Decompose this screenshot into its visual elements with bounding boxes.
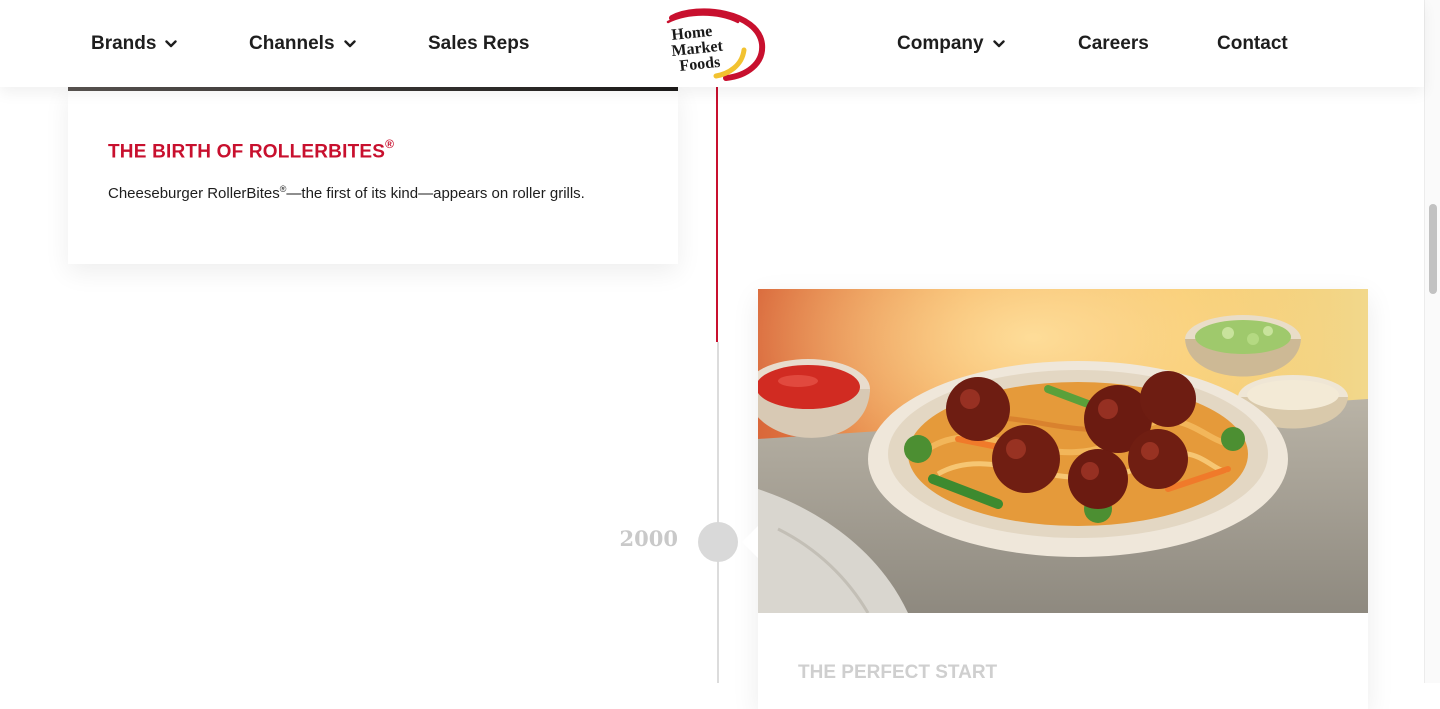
card-title: THE PERFECT START	[798, 662, 998, 683]
chevron-down-icon	[165, 39, 178, 48]
card-pointer	[742, 526, 758, 558]
scrollbar-thumb[interactable]	[1429, 204, 1437, 294]
timeline-marker-dot[interactable]	[698, 522, 738, 562]
card-title: THE BIRTH OF ROLLERBITES®	[108, 137, 395, 163]
nav-company[interactable]: Company	[897, 0, 1005, 87]
nav-contact[interactable]: Contact	[1217, 0, 1288, 87]
card-description: Cheeseburger RollerBites®—the first of i…	[108, 184, 585, 202]
timeline-line	[717, 342, 719, 683]
nav-brands-label: Brands	[91, 32, 157, 54]
nav-careers-label: Careers	[1078, 32, 1149, 54]
timeline-card-perfect-start: THE PERFECT START	[758, 289, 1368, 709]
timeline-progress-line	[716, 87, 718, 342]
site-header: Brands Channels Sales Reps Home Market F…	[0, 0, 1424, 87]
timeline-card-rollerbites: THE BIRTH OF ROLLERBITES® Cheeseburger R…	[68, 87, 678, 264]
nav-channels-label: Channels	[249, 32, 335, 54]
nav-sales-reps-label: Sales Reps	[428, 32, 530, 54]
home-market-foods-logo[interactable]: Home Market Foods	[658, 8, 768, 82]
nav-channels[interactable]: Channels	[249, 0, 356, 87]
chevron-down-icon	[343, 39, 356, 48]
registered-mark: ®	[385, 137, 395, 151]
page-scrollbar[interactable]	[1424, 0, 1440, 683]
nav-sales-reps[interactable]: Sales Reps	[428, 0, 529, 87]
nav-contact-label: Contact	[1217, 32, 1288, 54]
logo-line-foods: Foods	[679, 54, 721, 75]
chevron-down-icon	[992, 39, 1005, 48]
timeline-year: 2000	[619, 526, 678, 551]
meatball-noodle-photo	[758, 289, 1368, 613]
nav-company-label: Company	[897, 32, 984, 54]
nav-careers[interactable]: Careers	[1078, 0, 1149, 87]
card-image	[68, 87, 678, 91]
nav-brands[interactable]: Brands	[91, 0, 178, 87]
